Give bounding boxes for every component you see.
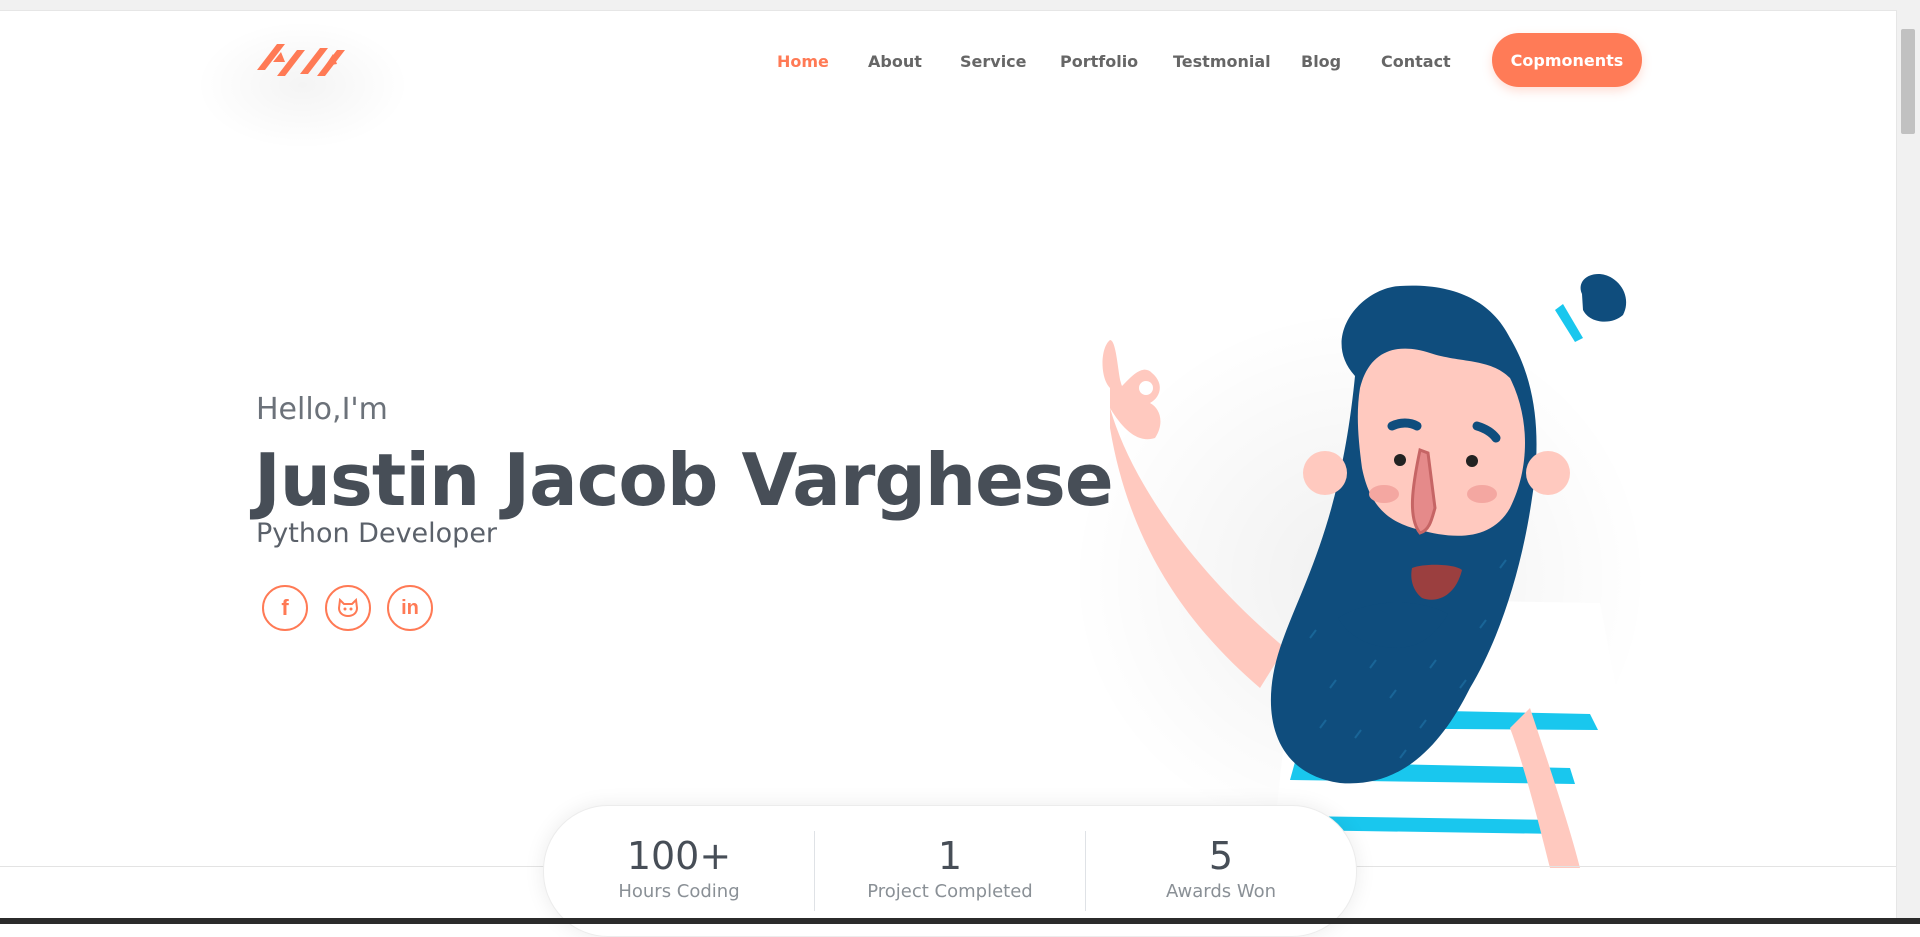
facebook-icon: f [281,595,289,620]
scrollbar-thumb[interactable] [1901,29,1915,134]
linkedin-icon: in [401,596,419,619]
facebook-link[interactable]: f [262,585,308,631]
browser-top-strip [0,0,1920,11]
stat-label: Hours Coding [618,881,740,902]
nav-about[interactable]: About [868,50,922,74]
hero-role: Python Developer [256,518,498,549]
hero-name: Justin Jacob Varghese [254,438,1114,522]
nav-portfolio[interactable]: Portfolio [1060,50,1138,74]
brand-logo[interactable] [255,36,355,86]
stat-hours-coding: 100+ Hours Coding [544,806,814,902]
stat-label: Awards Won [1165,881,1277,902]
components-button[interactable]: Copmonents [1492,33,1642,87]
window-bottom-edge [0,918,1920,924]
github-link[interactable] [325,585,371,631]
vertical-scrollbar[interactable] [1896,10,1920,918]
nav-service[interactable]: Service [960,50,1027,74]
linkedin-link[interactable]: in [387,585,433,631]
stat-projects-completed: 1 Project Completed [815,806,1085,902]
stat-label: Project Completed [867,881,1033,902]
stat-value: 5 [1208,834,1234,878]
github-icon [337,598,359,618]
nav-contact[interactable]: Contact [1381,50,1451,74]
nav-testmonial[interactable]: Testmonial [1173,50,1271,74]
stat-awards-won: 5 Awards Won [1086,806,1356,902]
nav-blog[interactable]: Blog [1301,50,1341,74]
nav-home[interactable]: Home [777,50,829,74]
stat-value: 1 [937,834,963,878]
developer-illustration [1070,273,1650,868]
hero-greeting: Hello,I'm [256,392,388,427]
stat-value: 100+ [626,834,732,878]
